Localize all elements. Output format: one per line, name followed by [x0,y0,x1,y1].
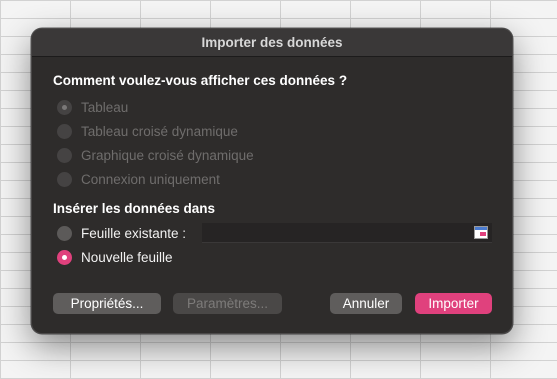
radio-button[interactable] [57,148,72,163]
radio-option-pivot-table[interactable]: Tableau croisé dynamique [57,124,238,139]
parameters-button[interactable]: Paramètres... [173,293,282,314]
range-input[interactable] [202,223,492,243]
radio-label: Graphique croisé dynamique [81,148,254,163]
radio-button[interactable] [57,226,72,241]
radio-option-new-sheet[interactable]: Nouvelle feuille [57,250,173,265]
radio-label: Connexion uniquement [81,172,220,187]
cancel-button[interactable]: Annuler [330,293,402,314]
radio-option-existing-sheet[interactable]: Feuille existante : [57,226,186,241]
insert-section-heading: Insérer les données dans [53,201,216,216]
radio-label: Nouvelle feuille [81,250,173,265]
range-selector-icon[interactable] [474,226,488,239]
radio-label: Tableau [81,100,129,115]
dialog-title: Importer des données [32,29,512,57]
radio-button[interactable] [57,250,72,265]
radio-button[interactable] [57,100,72,115]
view-section-heading: Comment voulez-vous afficher ces données… [53,73,348,88]
import-data-dialog: Importer des données Comment voulez-vous… [31,28,513,334]
radio-label: Feuille existante : [81,226,187,241]
properties-button[interactable]: Propriétés... [53,293,161,314]
radio-option-pivot-chart[interactable]: Graphique croisé dynamique [57,148,254,163]
radio-label: Tableau croisé dynamique [81,124,238,139]
radio-option-tableau[interactable]: Tableau [57,100,128,115]
radio-option-connection-only[interactable]: Connexion uniquement [57,172,220,187]
radio-button[interactable] [57,124,72,139]
radio-button[interactable] [57,172,72,187]
import-button[interactable]: Importer [415,293,492,314]
